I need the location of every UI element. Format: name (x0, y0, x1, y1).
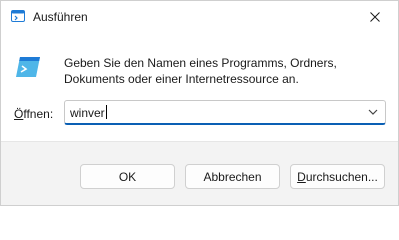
chevron-down-icon[interactable] (367, 106, 379, 118)
browse-button[interactable]: Durchsuchen... (290, 164, 385, 189)
open-input-value: winver (70, 106, 105, 120)
run-dialog: Ausführen Geben Sie den Namen eines Prog… (0, 0, 399, 206)
open-combobox[interactable]: winver (64, 100, 386, 125)
instruction-text: Geben Sie den Namen eines Programms, Ord… (64, 55, 384, 87)
window-title: Ausführen (33, 10, 88, 24)
run-program-icon (16, 57, 40, 77)
instruction-line-2: Dokuments oder einer Internetressource a… (64, 72, 299, 86)
button-bar: OK Abbrechen Durchsuchen... (1, 141, 398, 205)
browse-label: urchsuchen... (305, 169, 378, 184)
instruction-line-1: Geben Sie den Namen eines Programms, Ord… (64, 56, 337, 70)
close-button[interactable] (352, 1, 398, 33)
text-caret (105, 105, 107, 119)
open-field-label: Öffnen: (14, 107, 53, 121)
ok-button[interactable]: OK (80, 164, 175, 189)
cancel-button[interactable]: Abbrechen (185, 164, 280, 189)
open-label-mnemonic: Ö (14, 107, 24, 121)
open-input[interactable]: winver (70, 105, 107, 120)
title-bar: Ausführen (1, 1, 398, 33)
close-icon (370, 12, 380, 22)
run-app-icon (11, 10, 25, 22)
browse-mnemonic: D (297, 169, 306, 184)
open-label-text: ffnen: (23, 107, 54, 121)
